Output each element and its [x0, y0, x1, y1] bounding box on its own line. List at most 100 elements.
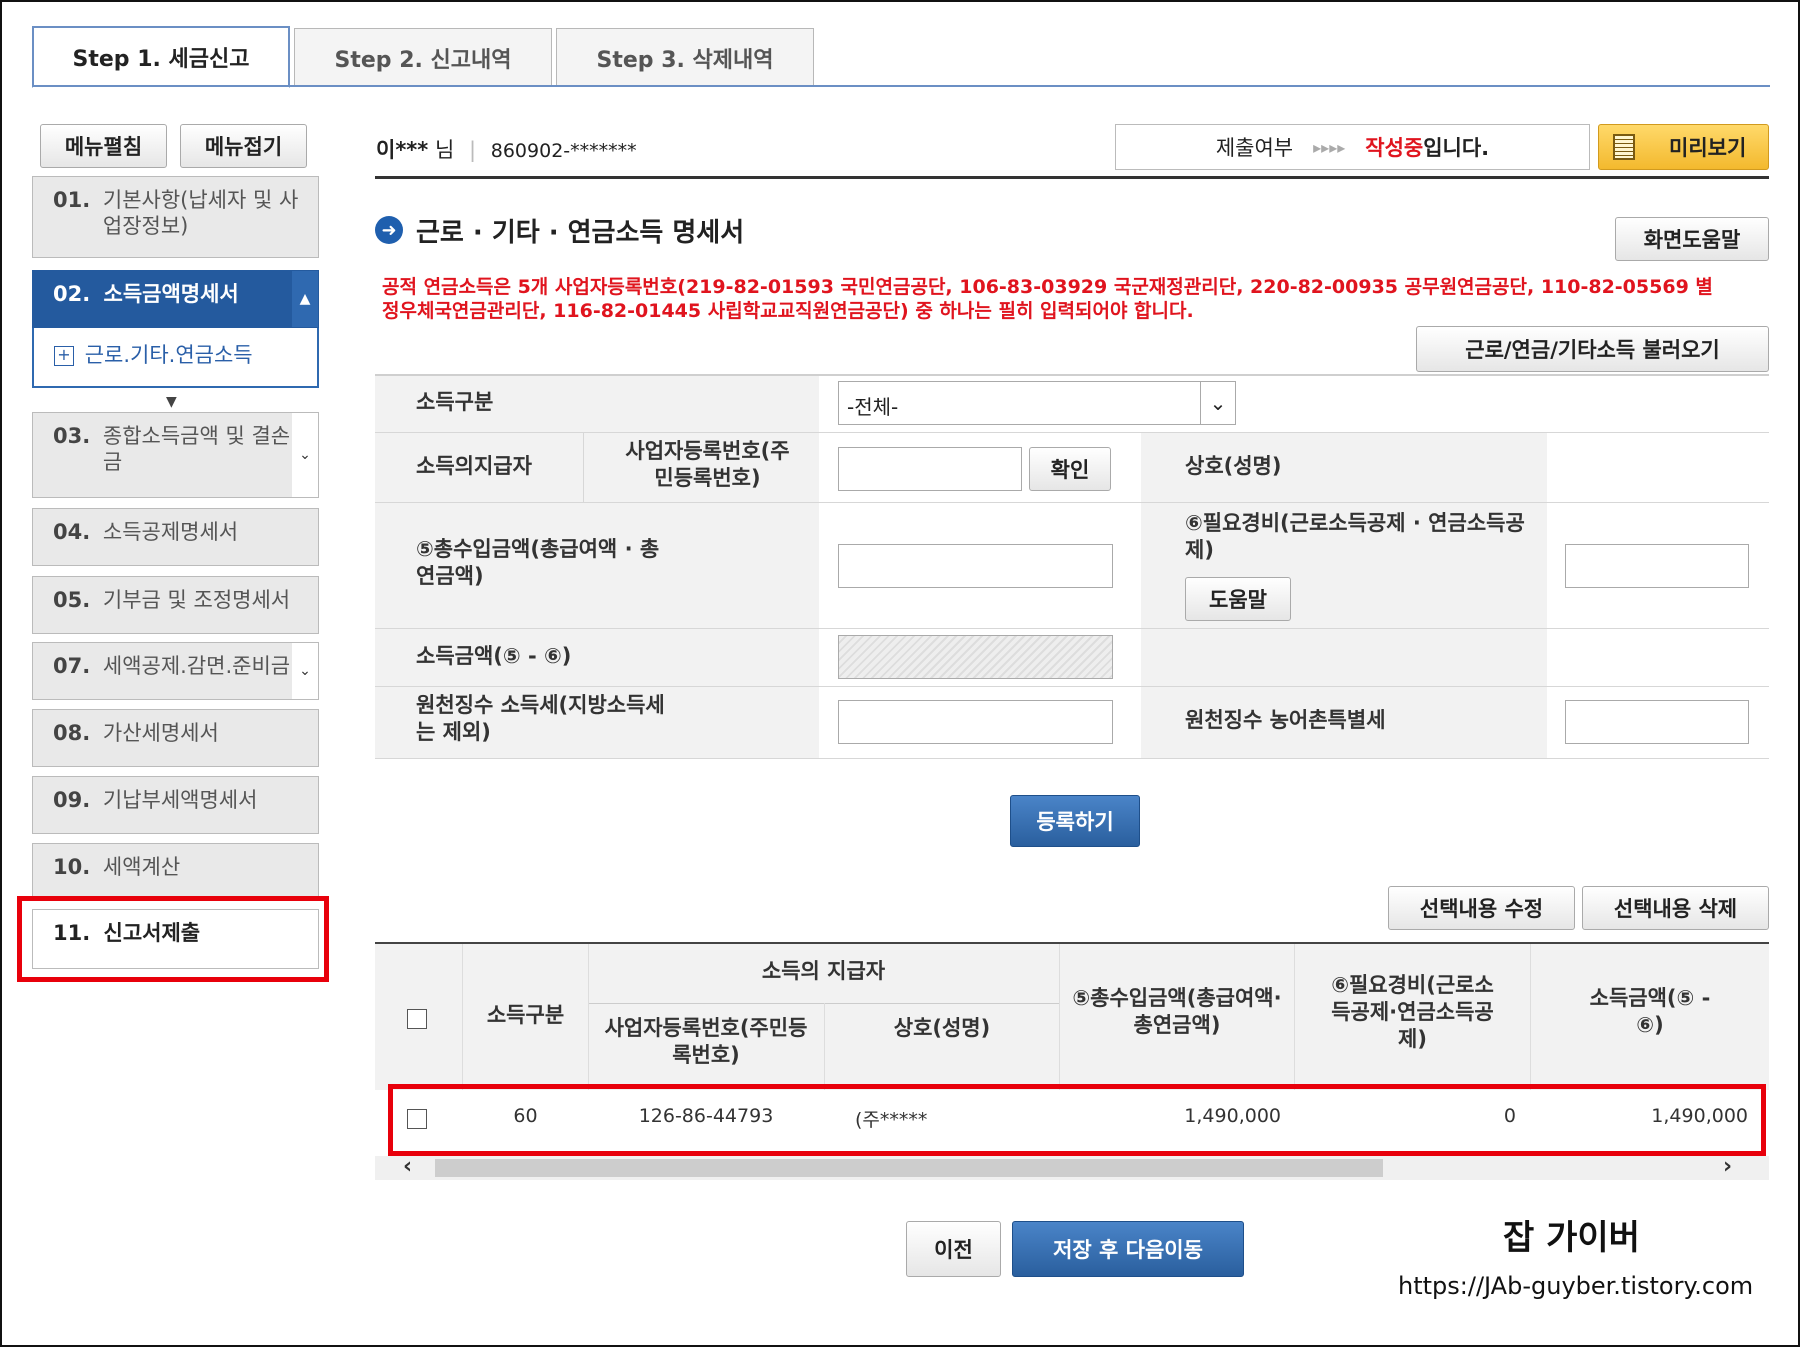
- sidebar-item-calc[interactable]: 10. 세액계산: [32, 843, 319, 901]
- expense-label: ⑥필요경비(근로소득공제 · 연금소득공제): [1185, 511, 1525, 562]
- tab-step2[interactable]: Step 2. 신고내역: [294, 28, 552, 86]
- sidebar-item-credit[interactable]: 07. 세액공제.감면.준비금 ⌄: [32, 642, 319, 700]
- sidebar-item-num: 01.: [53, 188, 91, 212]
- save-next-button[interactable]: 저장 후 다음이동: [1012, 1221, 1244, 1277]
- income-amount-label: 소득금액(⑤ - ⑥): [416, 644, 572, 668]
- prev-button[interactable]: 이전: [906, 1221, 1001, 1277]
- arrows-icon: ▸▸▸▸: [1313, 137, 1346, 157]
- sidebar-item-deduction[interactable]: 04. 소득공제명세서: [32, 508, 319, 566]
- sidebar-item-basic[interactable]: 01. 기본사항(납세자 및 사업장정보): [32, 176, 319, 258]
- sidebar-item-num: 10.: [53, 855, 91, 879]
- status-label: 제출여부: [1215, 136, 1294, 160]
- tax-label: 원천징수 소득세(지방소득세는 제외): [416, 693, 665, 744]
- sidebar-item-num: 11.: [53, 921, 91, 945]
- sidebar-item-label: 가산세명세서: [102, 721, 219, 745]
- col-gross: ⑤총수입금액(총급여액·총연금액): [1072, 986, 1282, 1037]
- sidebar-item-label: 세액계산: [102, 855, 181, 879]
- sidebar-item-label: 세액공제.감면.준비금: [102, 654, 291, 678]
- highlight-result-row: [388, 1084, 1766, 1156]
- document-icon: [1613, 134, 1635, 160]
- bizno-input[interactable]: [838, 447, 1022, 491]
- register-button[interactable]: 등록하기: [1010, 795, 1140, 847]
- col-expense: ⑥필요경비(근로소득공제·연금소득공제): [1331, 973, 1494, 1051]
- load-income-button[interactable]: 근로/연금/기타소득 불러오기: [1416, 326, 1769, 372]
- company-label: 상호(성명): [1185, 454, 1282, 478]
- sidebar-item-comprehensive[interactable]: 03. 종합소득금액 및 결손금 ⌄: [32, 412, 319, 498]
- submit-status-box: 제출여부 ▸▸▸▸ 작성중 입니다.: [1115, 124, 1590, 170]
- screen-help-button[interactable]: 화면도움말: [1615, 217, 1769, 261]
- col-income: 소득금액(⑤ - ⑥): [1589, 986, 1711, 1037]
- sidebar-item-donation[interactable]: 05. 기부금 및 조정명세서: [32, 576, 319, 634]
- sidebar-item-num: 08.: [53, 721, 91, 745]
- col-income-type: 소득구분: [486, 1003, 565, 1027]
- watermark-url: https://JAb-guyber.tistory.com: [1398, 1272, 1754, 1300]
- form-row-sep: [375, 686, 1769, 687]
- sidebar-item-label: 종합소득금액 및 결손금: [102, 424, 291, 474]
- user-name: 이***: [376, 138, 429, 162]
- sidebar-item-label: 기납부세액명세서: [102, 788, 258, 812]
- preview-button[interactable]: 미리보기: [1598, 124, 1769, 170]
- user-info: 이*** 님 | 860902-*******: [376, 134, 637, 164]
- gross-input[interactable]: [838, 544, 1113, 588]
- sidebar-item-penalty[interactable]: 08. 가산세명세서: [32, 709, 319, 767]
- sidebar-subitem-label: 근로.기타.연금소득: [84, 343, 253, 367]
- payer-label: 소득의지급자: [416, 454, 532, 478]
- sidebar-item-submit[interactable]: 11. 신고서제출: [32, 909, 319, 969]
- header-rule: [375, 176, 1769, 179]
- status-state: 작성중: [1365, 136, 1424, 160]
- sidebar-item-label: 기부금 및 조정명세서: [102, 588, 291, 612]
- user-suffix: 님: [434, 138, 455, 162]
- scrollbar-thumb[interactable]: [435, 1159, 1383, 1177]
- gross-label: ⑤총수입금액(총급여액 · 총연금액): [416, 537, 660, 588]
- preview-label: 미리보기: [1669, 136, 1747, 160]
- divider: |: [468, 138, 477, 162]
- sidebar-item-label: 신고서제출: [103, 921, 201, 945]
- expense-input[interactable]: [1565, 544, 1749, 588]
- scroll-left-icon[interactable]: ‹: [403, 1154, 412, 1179]
- income-type-value: -전체-: [847, 395, 899, 419]
- income-amount-field: [838, 635, 1113, 679]
- sidebar-item-num: 07.: [53, 654, 91, 678]
- sidebar-item-num: 02.: [53, 282, 91, 306]
- expense-help-button[interactable]: 도움말: [1185, 577, 1291, 621]
- income-type-select[interactable]: -전체- ⌄: [838, 381, 1236, 425]
- form-row-sep: [375, 432, 1769, 433]
- tab-underline: [32, 85, 1770, 87]
- form-divider: [583, 432, 584, 502]
- sidebar-item-num: 09.: [53, 788, 91, 812]
- income-type-label: 소득구분: [416, 390, 494, 414]
- bizno-label: 사업자등록번호(주민등록번호): [625, 439, 790, 490]
- sidebar-item-income[interactable]: 02. 소득금액명세서 ▲: [32, 270, 319, 328]
- chevron-down-icon: ⌄: [292, 413, 318, 497]
- chevron-up-icon: ▲: [292, 271, 318, 327]
- sidebar-item-prepaid[interactable]: 09. 기납부세액명세서: [32, 776, 319, 834]
- menu-expand-button[interactable]: 메뉴펼침: [40, 124, 167, 168]
- user-id: 860902-*******: [490, 140, 637, 162]
- edit-selected-button[interactable]: 선택내용 수정: [1388, 886, 1575, 930]
- sidebar-item-label: 기본사항(납세자 및 사업장정보): [102, 188, 299, 238]
- form-row-sep: [375, 502, 1769, 503]
- form-row-sep: [375, 758, 1769, 759]
- confirm-button[interactable]: 확인: [1029, 447, 1111, 491]
- col-company: 상호(성명): [893, 1016, 991, 1040]
- watermark-title: 잡 가이버: [1503, 1218, 1640, 1258]
- tab-step3[interactable]: Step 3. 삭제내역: [556, 28, 814, 86]
- tab-step1[interactable]: Step 1. 세금신고: [32, 26, 290, 88]
- form-row-sep: [375, 628, 1769, 629]
- rural-tax-input[interactable]: [1565, 700, 1749, 744]
- tax-input[interactable]: [838, 700, 1113, 744]
- menu-collapse-button[interactable]: 메뉴접기: [180, 124, 307, 168]
- chevron-down-icon: ⌄: [1200, 382, 1235, 424]
- delete-selected-button[interactable]: 선택내용 삭제: [1582, 886, 1769, 930]
- plus-icon: +: [54, 346, 74, 366]
- col-bizno: 사업자등록번호(주민등록번호): [604, 1016, 808, 1067]
- select-all-checkbox[interactable]: [407, 1009, 427, 1029]
- notice-text: 공적 연금소득은 5개 사업자등록번호(219-82-01593 국민연금공단,…: [382, 276, 1713, 322]
- horizontal-scrollbar[interactable]: ‹ ›: [375, 1154, 1769, 1180]
- sidebar-item-label: 소득공제명세서: [102, 520, 239, 544]
- sidebar-subitem-labor[interactable]: + 근로.기타.연금소득: [32, 328, 319, 388]
- col-payer: 소득의 지급자: [761, 959, 886, 983]
- sidebar-item-num: 04.: [53, 520, 91, 544]
- scroll-right-icon[interactable]: ›: [1723, 1154, 1732, 1179]
- arrow-down-icon: ▼: [166, 394, 177, 410]
